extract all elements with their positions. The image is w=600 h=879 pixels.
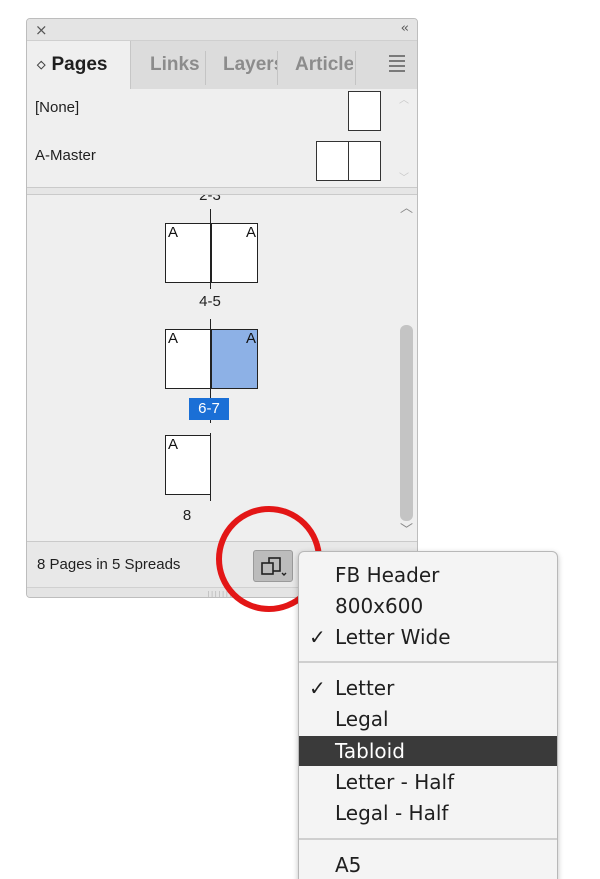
page-master-letter: A [168,224,179,241]
master-none-thumbnail[interactable] [348,91,381,131]
menu-item-800x600[interactable]: 800x600 [299,591,557,621]
master-a-left-thumbnail[interactable] [316,141,349,181]
page-master-letter: A [245,330,256,347]
spread-label[interactable]: 8 [157,507,217,524]
pages-list: 2-3 A A 4-5 A A 6-7 A 8 [27,195,417,540]
spread-label-selected[interactable]: 6-7 [189,398,229,420]
tab-links-label: Links [150,54,200,75]
menu-item-letter-wide[interactable]: ✓ Letter Wide [299,622,557,652]
tab-divider [355,51,356,85]
tab-articles-label: Articles [295,54,353,75]
menu-icon[interactable] [389,55,405,75]
page-5[interactable]: A [211,223,258,283]
menu-item-label: Letter - Half [335,770,455,794]
master-a-label[interactable]: A-Master [35,147,96,164]
check-icon: ✓ [309,676,326,700]
menu-separator [299,661,557,663]
master-none-label[interactable]: [None] [35,99,79,116]
menu-item-label: Legal - Half [335,801,449,825]
tab-pages-label: Pages [51,54,108,75]
spread-label[interactable]: 2-3 [180,195,240,204]
chevron-up-icon[interactable]: ︿ [399,91,409,106]
pages-scrollbar[interactable]: ︿ ﹀ [395,195,417,540]
menu-item-label: 800x600 [335,594,424,618]
menu-item-letter[interactable]: ✓ Letter [299,673,557,703]
page-master-letter: A [168,436,179,453]
check-icon: ✓ [309,625,326,649]
page-master-letter: A [245,224,256,241]
tab-divider [205,51,206,85]
updown-icon: ◇ [37,59,46,71]
menu-item-letter-half[interactable]: Letter - Half [299,767,557,797]
tab-divider [277,51,278,85]
close-icon[interactable]: × [35,21,48,39]
tab-layers-label: Layers [223,54,277,75]
page-count-status: 8 Pages in 5 Spreads [37,556,181,573]
menu-item-legal[interactable]: Legal [299,704,557,734]
chevron-down-icon[interactable]: ﹀ [400,519,413,538]
menu-item-label: Tabloid [335,739,405,763]
page-7-selected[interactable]: A [211,329,258,389]
menu-item-fb-header[interactable]: FB Header [299,560,557,590]
chevron-down-icon[interactable]: ﹀ [399,169,409,184]
page-8[interactable]: A [165,435,211,495]
collapse-icon[interactable]: ‹‹ [401,21,410,36]
pages-panel: × ‹‹ ◇ Pages Links Layers Articles ︿ [Non… [26,18,418,598]
menu-item-label: A5 [335,853,362,877]
chevron-up-icon[interactable]: ︿ [400,197,413,216]
section-splitter[interactable] [27,187,417,195]
menu-item-legal-half[interactable]: Legal - Half [299,798,557,828]
page-6[interactable]: A [165,329,211,389]
spread-label[interactable]: 4-5 [180,293,240,310]
master-a-right-thumbnail[interactable] [348,141,381,181]
page-4[interactable]: A [165,223,211,283]
menu-separator [299,838,557,840]
menu-item-label: FB Header [335,563,440,587]
scrollbar-thumb[interactable] [400,325,413,521]
menu-item-label: Legal [335,707,389,731]
page-size-menu: FB Header 800x600 ✓ Letter Wide ✓ Letter… [298,551,558,879]
page-master-letter: A [168,330,179,347]
menu-item-label: Letter Wide [335,625,451,649]
menu-item-tabloid[interactable]: Tabloid [299,736,557,766]
panel-titlebar: × ‹‹ [27,19,417,41]
menu-item-a5[interactable]: A5 [299,850,557,879]
masters-section: ︿ [None] A-Master ﹀ [27,89,417,187]
menu-item-label: Letter [335,676,395,700]
